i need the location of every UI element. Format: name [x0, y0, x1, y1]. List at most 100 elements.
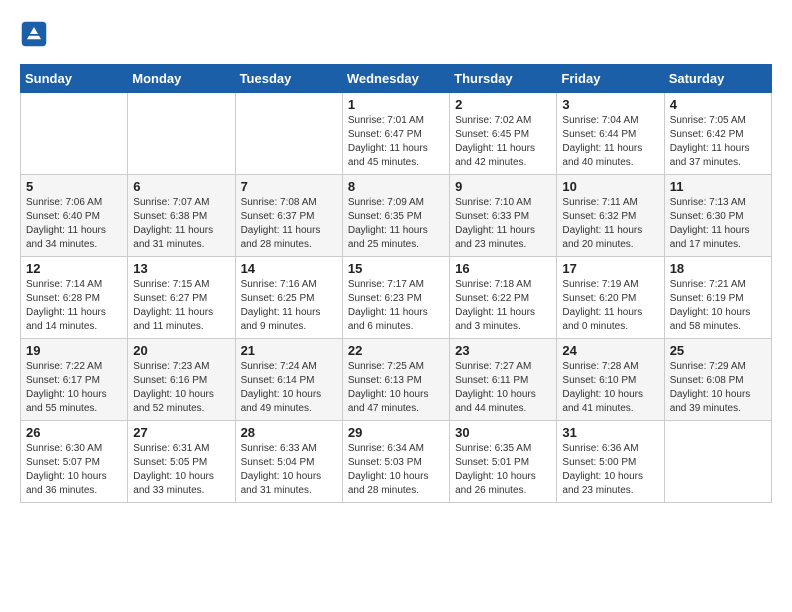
calendar-cell: 6 Sunrise: 7:07 AM Sunset: 6:38 PM Daylig… [128, 175, 235, 257]
day-info: Sunrise: 7:18 AM Sunset: 6:22 PM Dayligh… [455, 278, 551, 334]
day-info: Sunrise: 7:16 AM Sunset: 6:25 PM Dayligh… [241, 278, 337, 334]
day-number: 13 [133, 261, 229, 276]
calendar-cell: 12 Sunrise: 7:14 AM Sunset: 6:28 PM Dayli… [21, 257, 128, 339]
calendar-cell: 3 Sunrise: 7:04 AM Sunset: 6:44 PM Daylig… [557, 93, 664, 175]
calendar-cell [664, 421, 771, 503]
day-info: Sunrise: 7:21 AM Sunset: 6:19 PM Dayligh… [670, 278, 766, 334]
day-number: 23 [455, 343, 551, 358]
day-number: 8 [348, 179, 444, 194]
day-number: 19 [26, 343, 122, 358]
day-info: Sunrise: 7:13 AM Sunset: 6:30 PM Dayligh… [670, 196, 766, 252]
weekday-header: Saturday [664, 65, 771, 93]
day-info: Sunrise: 7:22 AM Sunset: 6:17 PM Dayligh… [26, 360, 122, 416]
day-info: Sunrise: 7:29 AM Sunset: 6:08 PM Dayligh… [670, 360, 766, 416]
day-number: 16 [455, 261, 551, 276]
calendar-cell: 17Sunrise: 7:19 AM Sunset: 6:20 PM Dayli… [557, 257, 664, 339]
day-number: 10 [562, 179, 658, 194]
calendar-cell: 14 Sunrise: 7:16 AM Sunset: 6:25 PM Dayli… [235, 257, 342, 339]
day-number: 5 [26, 179, 122, 194]
calendar-cell: 10 Sunrise: 7:11 AM Sunset: 6:32 PM Dayli… [557, 175, 664, 257]
day-info: Sunrise: 7:01 AM Sunset: 6:47 PM Dayligh… [348, 114, 444, 170]
day-info: Sunrise: 7:17 AM Sunset: 6:23 PM Dayligh… [348, 278, 444, 334]
day-info: Sunrise: 7:27 AM Sunset: 6:11 PM Dayligh… [455, 360, 551, 416]
day-info: Sunrise: 7:04 AM Sunset: 6:44 PM Dayligh… [562, 114, 658, 170]
day-info: Sunrise: 7:23 AM Sunset: 6:16 PM Dayligh… [133, 360, 229, 416]
calendar-week-row: 26 Sunrise: 6:30 AM Sunset: 5:07 PM Dayli… [21, 421, 772, 503]
calendar-week-row: 5 Sunrise: 7:06 AM Sunset: 6:40 PM Daylig… [21, 175, 772, 257]
calendar-cell: 13 Sunrise: 7:15 AM Sunset: 6:27 PM Dayli… [128, 257, 235, 339]
calendar-cell: 11 Sunrise: 7:13 AM Sunset: 6:30 PM Dayli… [664, 175, 771, 257]
calendar-cell: 25Sunrise: 7:29 AM Sunset: 6:08 PM Dayli… [664, 339, 771, 421]
day-number: 4 [670, 97, 766, 112]
day-info: Sunrise: 7:02 AM Sunset: 6:45 PM Dayligh… [455, 114, 551, 170]
day-info: Sunrise: 7:05 AM Sunset: 6:42 PM Dayligh… [670, 114, 766, 170]
day-number: 11 [670, 179, 766, 194]
day-number: 15 [348, 261, 444, 276]
calendar-cell: 15 Sunrise: 7:17 AM Sunset: 6:23 PM Dayli… [342, 257, 449, 339]
logo-icon [20, 20, 48, 48]
day-info: Sunrise: 6:31 AM Sunset: 5:05 PM Dayligh… [133, 442, 229, 498]
calendar-cell: 24 Sunrise: 7:28 AM Sunset: 6:10 PM Dayli… [557, 339, 664, 421]
weekday-header: Friday [557, 65, 664, 93]
calendar-cell: 21 Sunrise: 7:24 AM Sunset: 6:14 PM Dayli… [235, 339, 342, 421]
calendar-week-row: 19 Sunrise: 7:22 AM Sunset: 6:17 PM Dayli… [21, 339, 772, 421]
day-number: 2 [455, 97, 551, 112]
day-number: 31 [562, 425, 658, 440]
weekday-header: Wednesday [342, 65, 449, 93]
day-number: 6 [133, 179, 229, 194]
day-number: 14 [241, 261, 337, 276]
day-number: 3 [562, 97, 658, 112]
day-info: Sunrise: 7:14 AM Sunset: 6:28 PM Dayligh… [26, 278, 122, 334]
calendar-cell: 2 Sunrise: 7:02 AM Sunset: 6:45 PM Daylig… [450, 93, 557, 175]
page-header [20, 20, 772, 48]
day-info: Sunrise: 7:08 AM Sunset: 6:37 PM Dayligh… [241, 196, 337, 252]
day-number: 1 [348, 97, 444, 112]
calendar-cell: 4 Sunrise: 7:05 AM Sunset: 6:42 PM Daylig… [664, 93, 771, 175]
weekday-header: Thursday [450, 65, 557, 93]
weekday-header: Monday [128, 65, 235, 93]
calendar-cell: 1 Sunrise: 7:01 AM Sunset: 6:47 PM Daylig… [342, 93, 449, 175]
calendar-cell: 8Sunrise: 7:09 AM Sunset: 6:35 PM Daylig… [342, 175, 449, 257]
calendar-cell: 29Sunrise: 6:34 AM Sunset: 5:03 PM Dayli… [342, 421, 449, 503]
day-number: 17 [562, 261, 658, 276]
calendar-cell: 30 Sunrise: 6:35 AM Sunset: 5:01 PM Dayli… [450, 421, 557, 503]
day-number: 27 [133, 425, 229, 440]
calendar-cell [235, 93, 342, 175]
calendar-cell: 20 Sunrise: 7:23 AM Sunset: 6:16 PM Dayli… [128, 339, 235, 421]
calendar-cell: 16 Sunrise: 7:18 AM Sunset: 6:22 PM Dayli… [450, 257, 557, 339]
day-number: 24 [562, 343, 658, 358]
day-info: Sunrise: 7:24 AM Sunset: 6:14 PM Dayligh… [241, 360, 337, 416]
day-info: Sunrise: 6:30 AM Sunset: 5:07 PM Dayligh… [26, 442, 122, 498]
calendar-cell: 9Sunrise: 7:10 AM Sunset: 6:33 PM Daylig… [450, 175, 557, 257]
logo [20, 20, 52, 48]
calendar-cell: 31Sunrise: 6:36 AM Sunset: 5:00 PM Dayli… [557, 421, 664, 503]
day-number: 21 [241, 343, 337, 358]
calendar-table: SundayMondayTuesdayWednesdayThursdayFrid… [20, 64, 772, 503]
day-info: Sunrise: 7:15 AM Sunset: 6:27 PM Dayligh… [133, 278, 229, 334]
calendar-cell: 19 Sunrise: 7:22 AM Sunset: 6:17 PM Dayli… [21, 339, 128, 421]
day-info: Sunrise: 7:07 AM Sunset: 6:38 PM Dayligh… [133, 196, 229, 252]
day-number: 30 [455, 425, 551, 440]
calendar-cell: 28 Sunrise: 6:33 AM Sunset: 5:04 PM Dayli… [235, 421, 342, 503]
day-number: 26 [26, 425, 122, 440]
day-info: Sunrise: 7:11 AM Sunset: 6:32 PM Dayligh… [562, 196, 658, 252]
calendar-cell: 27 Sunrise: 6:31 AM Sunset: 5:05 PM Dayli… [128, 421, 235, 503]
calendar-cell: 18 Sunrise: 7:21 AM Sunset: 6:19 PM Dayli… [664, 257, 771, 339]
day-info: Sunrise: 7:28 AM Sunset: 6:10 PM Dayligh… [562, 360, 658, 416]
calendar-cell: 5 Sunrise: 7:06 AM Sunset: 6:40 PM Daylig… [21, 175, 128, 257]
day-number: 20 [133, 343, 229, 358]
day-number: 18 [670, 261, 766, 276]
weekday-header: Tuesday [235, 65, 342, 93]
day-info: Sunrise: 6:35 AM Sunset: 5:01 PM Dayligh… [455, 442, 551, 498]
day-number: 7 [241, 179, 337, 194]
day-info: Sunrise: 7:06 AM Sunset: 6:40 PM Dayligh… [26, 196, 122, 252]
calendar-cell: 26 Sunrise: 6:30 AM Sunset: 5:07 PM Dayli… [21, 421, 128, 503]
weekday-header: Sunday [21, 65, 128, 93]
day-number: 12 [26, 261, 122, 276]
calendar-cell [21, 93, 128, 175]
day-info: Sunrise: 7:10 AM Sunset: 6:33 PM Dayligh… [455, 196, 551, 252]
calendar-header-row: SundayMondayTuesdayWednesdayThursdayFrid… [21, 65, 772, 93]
day-number: 28 [241, 425, 337, 440]
calendar-cell [128, 93, 235, 175]
day-info: Sunrise: 6:33 AM Sunset: 5:04 PM Dayligh… [241, 442, 337, 498]
